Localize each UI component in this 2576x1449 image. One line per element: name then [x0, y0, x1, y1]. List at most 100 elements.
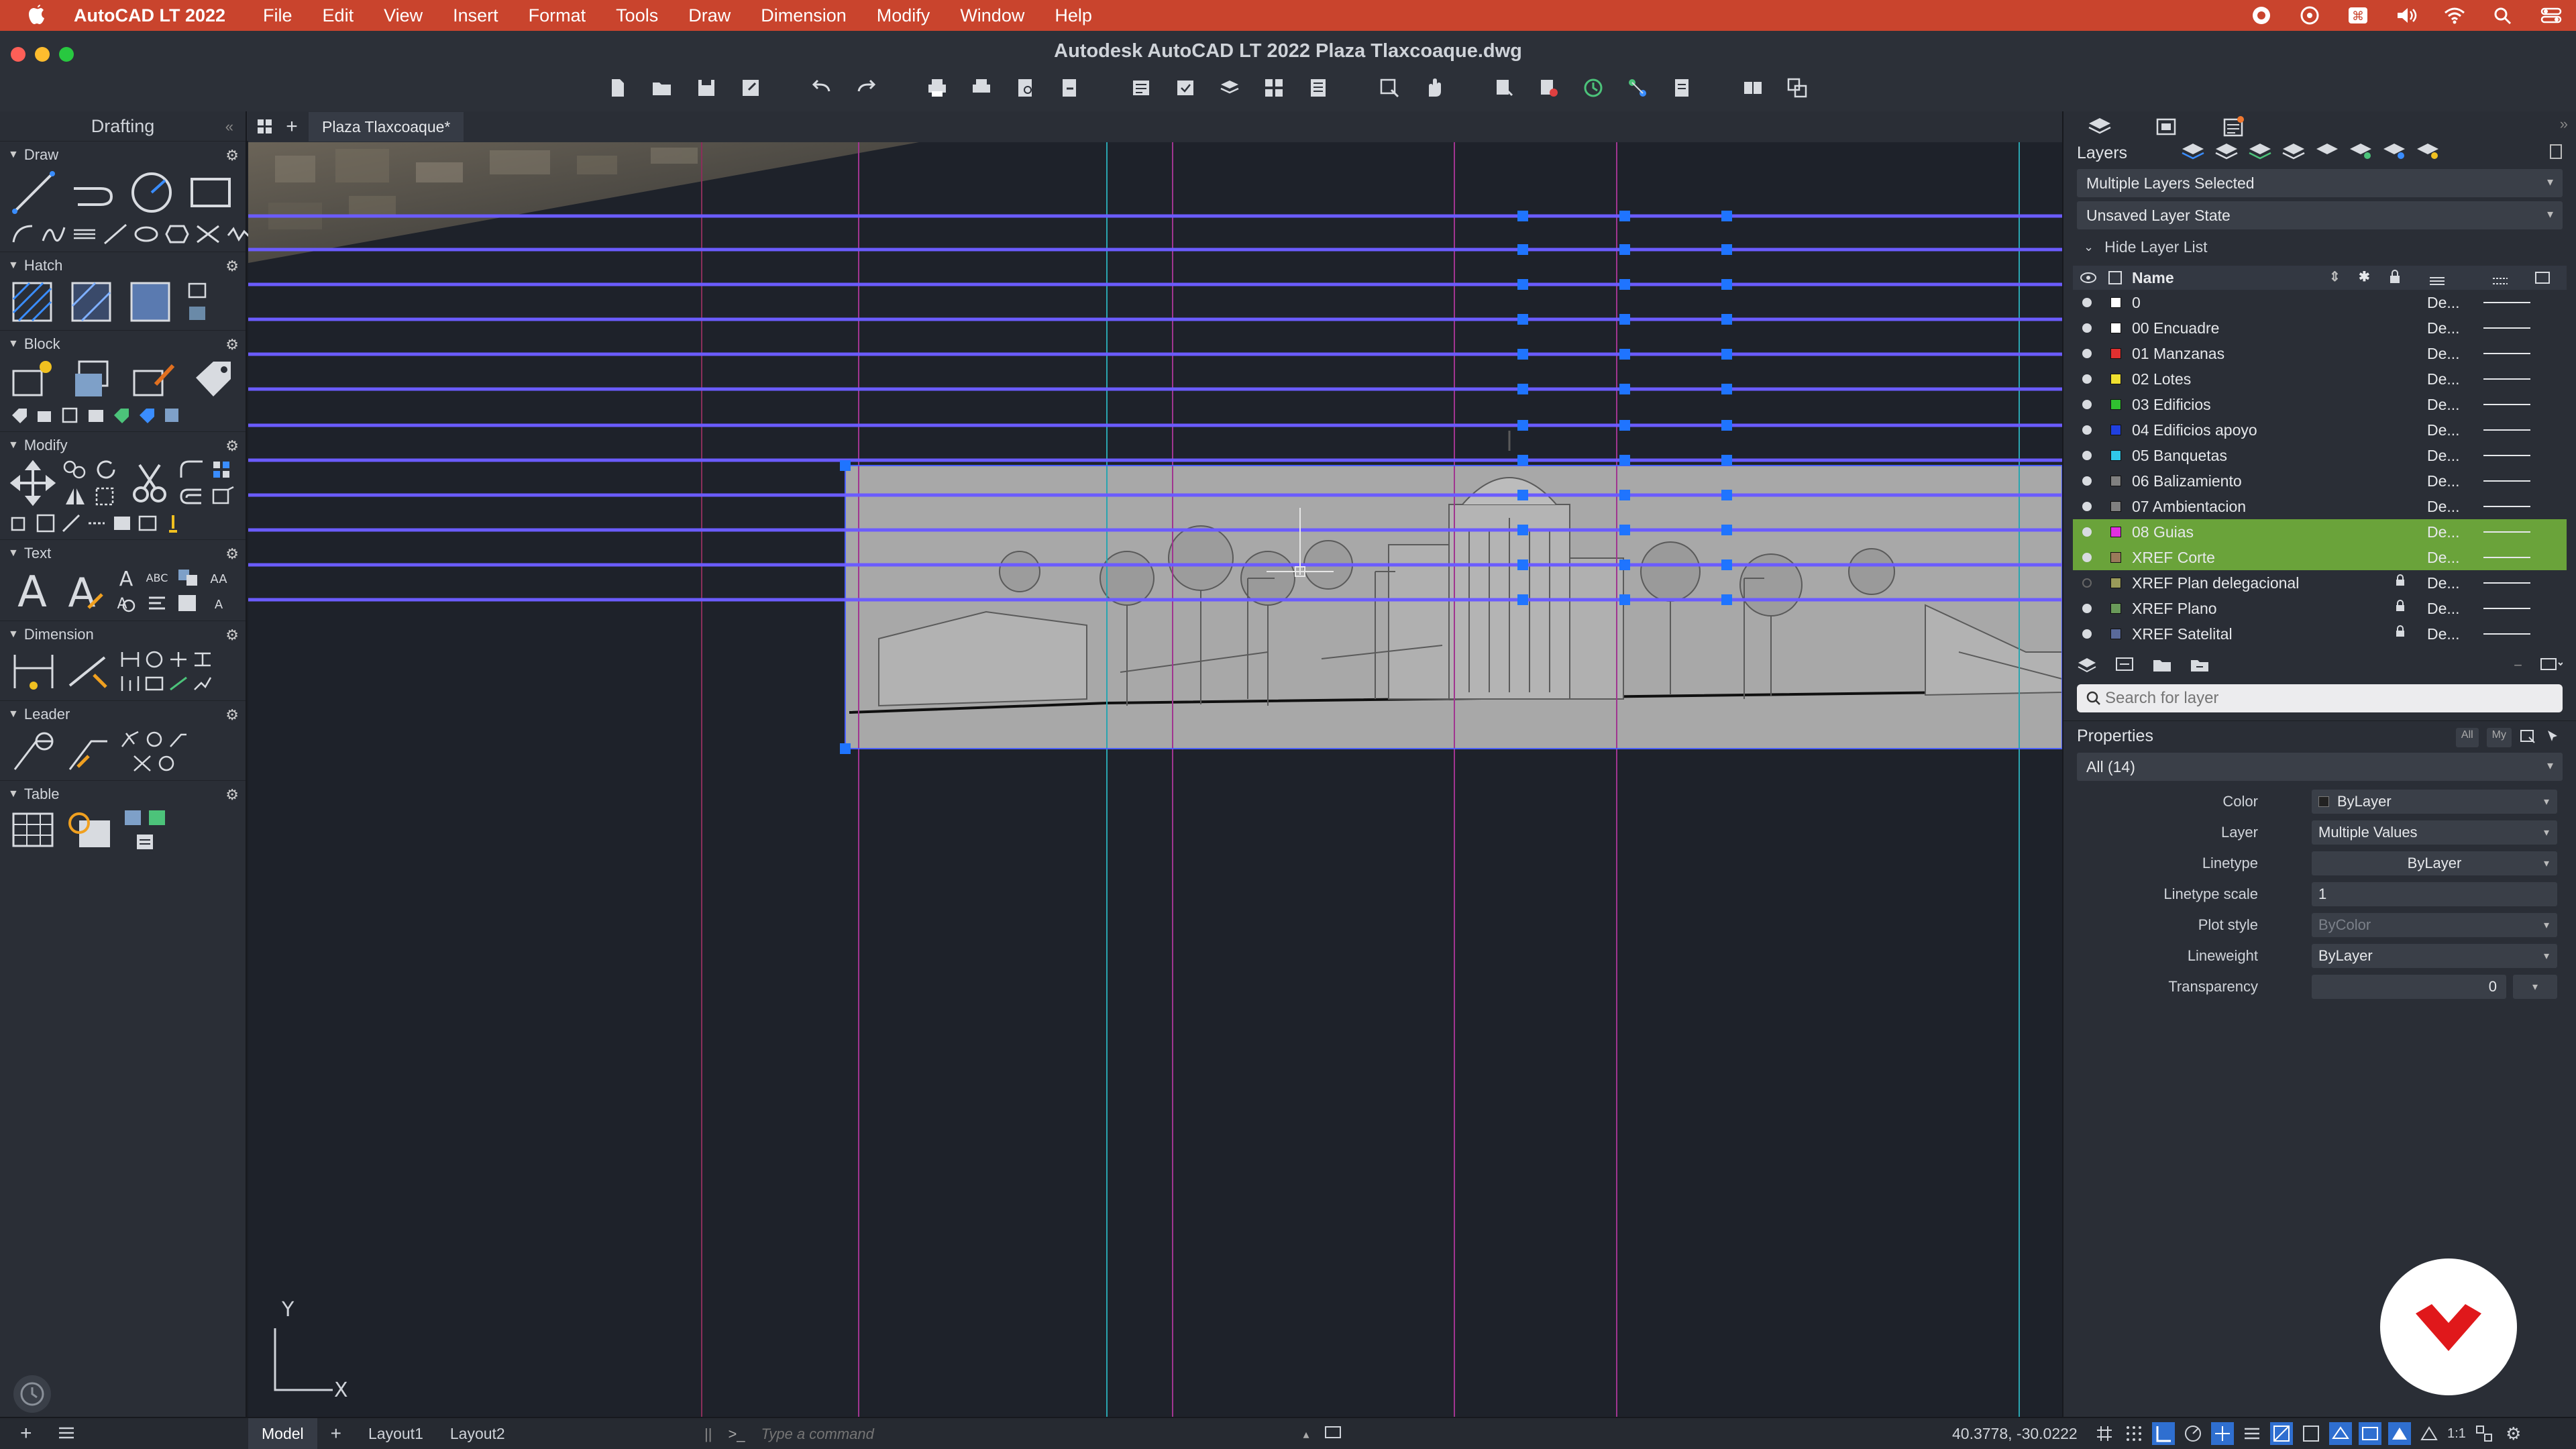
grip[interactable]	[1721, 525, 1732, 535]
count-button[interactable]	[1739, 74, 1767, 102]
history-clock-button[interactable]	[13, 1375, 51, 1413]
layer-visibility-toggle[interactable]	[2082, 323, 2092, 333]
grip[interactable]	[1721, 279, 1732, 290]
visibility-column-icon[interactable]	[2080, 270, 2097, 290]
gear-icon[interactable]: ⚙	[225, 147, 239, 164]
layer-lineweight[interactable]	[2483, 557, 2530, 558]
polygon-tool[interactable]	[164, 222, 191, 246]
layer-selector-dropdown[interactable]: Multiple Layers Selected ▾	[2077, 169, 2563, 197]
publish-pdf-button[interactable]	[1668, 74, 1696, 102]
fillet-tool[interactable]	[178, 459, 205, 480]
layer-lineweight[interactable]	[2483, 327, 2530, 329]
layer-linetype[interactable]: De...	[2427, 421, 2460, 439]
linetype-column-icon[interactable]	[2428, 272, 2446, 290]
annotation-visibility-icon[interactable]	[2388, 1422, 2411, 1445]
command-history-icon[interactable]	[1324, 1425, 1343, 1444]
ellipse-tool[interactable]	[133, 222, 160, 246]
compare-button[interactable]	[1783, 74, 1811, 102]
grip[interactable]	[1721, 211, 1732, 221]
link-data-tool[interactable]	[146, 808, 168, 828]
grip[interactable]	[1517, 211, 1528, 221]
plot-preview-button[interactable]	[1012, 74, 1040, 102]
expand-triangle-icon[interactable]: ▼	[8, 439, 19, 451]
data-extraction-tool[interactable]	[66, 808, 113, 852]
layer-row[interactable]: 0 De...	[2073, 290, 2567, 315]
grip[interactable]	[1517, 490, 1528, 500]
table-style-tool[interactable]	[122, 808, 144, 828]
layer-row[interactable]: 01 Manzanas De...	[2073, 341, 2567, 366]
blocks-tab-icon[interactable]	[2153, 114, 2180, 138]
grip[interactable]	[1721, 455, 1732, 466]
menu-help[interactable]: Help	[1055, 5, 1092, 26]
define-attribute-tool[interactable]	[9, 406, 30, 426]
mirror-tool[interactable]	[62, 486, 89, 507]
transparency-dropdown[interactable]: ▾	[2513, 975, 2557, 999]
region-tool[interactable]	[186, 281, 211, 300]
spline-tool[interactable]	[40, 222, 67, 246]
layer-linetype[interactable]: De...	[2427, 345, 2460, 363]
grip[interactable]	[1517, 594, 1528, 605]
layer-visibility-toggle[interactable]	[2082, 349, 2092, 358]
sync-icon[interactable]	[2298, 5, 2321, 25]
layer-color-swatch[interactable]	[2110, 297, 2121, 308]
lock-icon[interactable]	[2395, 574, 2406, 591]
find-text-tool[interactable]: A	[114, 592, 138, 615]
offset-tool[interactable]	[178, 486, 205, 507]
polyline-tool[interactable]	[68, 168, 117, 217]
single-line-text-tool[interactable]: A	[62, 567, 107, 615]
snap-icon[interactable]	[2123, 1422, 2145, 1445]
layer-lineweight[interactable]	[2483, 480, 2530, 482]
isodraft-icon[interactable]	[2329, 1422, 2352, 1445]
open-file-button[interactable]	[648, 74, 676, 102]
menu-app-name[interactable]: AutoCAD LT 2022	[74, 5, 225, 26]
layer-tool-icon[interactable]	[2181, 141, 2205, 166]
align-leaders-tool[interactable]	[119, 729, 141, 749]
layer-lineweight[interactable]	[2483, 531, 2530, 533]
grip[interactable]	[1517, 384, 1528, 394]
grip[interactable]	[1619, 279, 1630, 290]
properties-tab-icon[interactable]	[2220, 114, 2247, 138]
expand-triangle-icon[interactable]: ▼	[8, 788, 19, 800]
dim-break-tool[interactable]	[168, 649, 189, 669]
collapse-panel-icon[interactable]: «	[225, 118, 233, 136]
wipeout-tool[interactable]	[186, 304, 211, 323]
volume-icon[interactable]	[2395, 5, 2418, 25]
property-field[interactable]: Multiple Values ▾	[2312, 820, 2557, 845]
multileader-tool[interactable]	[9, 728, 58, 775]
table-text-tool[interactable]	[176, 567, 200, 590]
match-properties-button[interactable]	[1171, 74, 1199, 102]
multiline-text-tool[interactable]: A	[9, 567, 55, 615]
publish-button[interactable]	[1056, 74, 1084, 102]
save-button[interactable]	[692, 74, 720, 102]
drawing-canvas[interactable]: Y X	[248, 142, 2062, 1417]
hide-layer-list-toggle[interactable]: ⌄ Hide Layer List	[2077, 233, 2563, 260]
arc-tool[interactable]	[9, 222, 36, 246]
lengthen-tool[interactable]	[35, 513, 56, 534]
layer-color-swatch[interactable]	[2110, 603, 2121, 614]
erase-tool[interactable]	[162, 513, 184, 534]
sort-icon[interactable]: ⇕	[2329, 268, 2341, 285]
settings-column-icon[interactable]	[2534, 270, 2552, 290]
layer-lineweight[interactable]	[2483, 608, 2530, 609]
edit-attribute-tool[interactable]	[35, 406, 55, 426]
property-field[interactable]: ByLayer ▾	[2312, 790, 2557, 814]
grip[interactable]	[1619, 559, 1630, 570]
linear-dimension-tool[interactable]	[119, 649, 141, 669]
lineweight-icon[interactable]	[2241, 1422, 2263, 1445]
inspection-dimension-tool[interactable]	[168, 674, 189, 694]
menu-dimension[interactable]: Dimension	[761, 5, 847, 26]
insert-block-tool[interactable]	[9, 358, 56, 400]
layer-visibility-toggle[interactable]	[2082, 400, 2092, 409]
grip[interactable]	[1619, 314, 1630, 325]
layer-linetype[interactable]: De...	[2427, 472, 2460, 490]
tab-plaza-tlaxcoaque[interactable]: Plaza Tlaxcoaque*	[309, 112, 464, 142]
grip[interactable]	[1619, 244, 1630, 255]
grip[interactable]	[1517, 349, 1528, 360]
color-column-icon[interactable]	[2108, 270, 2123, 289]
layer-search-input[interactable]	[2105, 689, 2534, 708]
layer-lineweight[interactable]	[2483, 378, 2530, 380]
share-button[interactable]	[1623, 74, 1652, 102]
gear-icon[interactable]: ⚙	[225, 706, 239, 724]
layer-row[interactable]: 02 Lotes De...	[2073, 366, 2567, 392]
new-layer-icon[interactable]	[2077, 655, 2097, 677]
